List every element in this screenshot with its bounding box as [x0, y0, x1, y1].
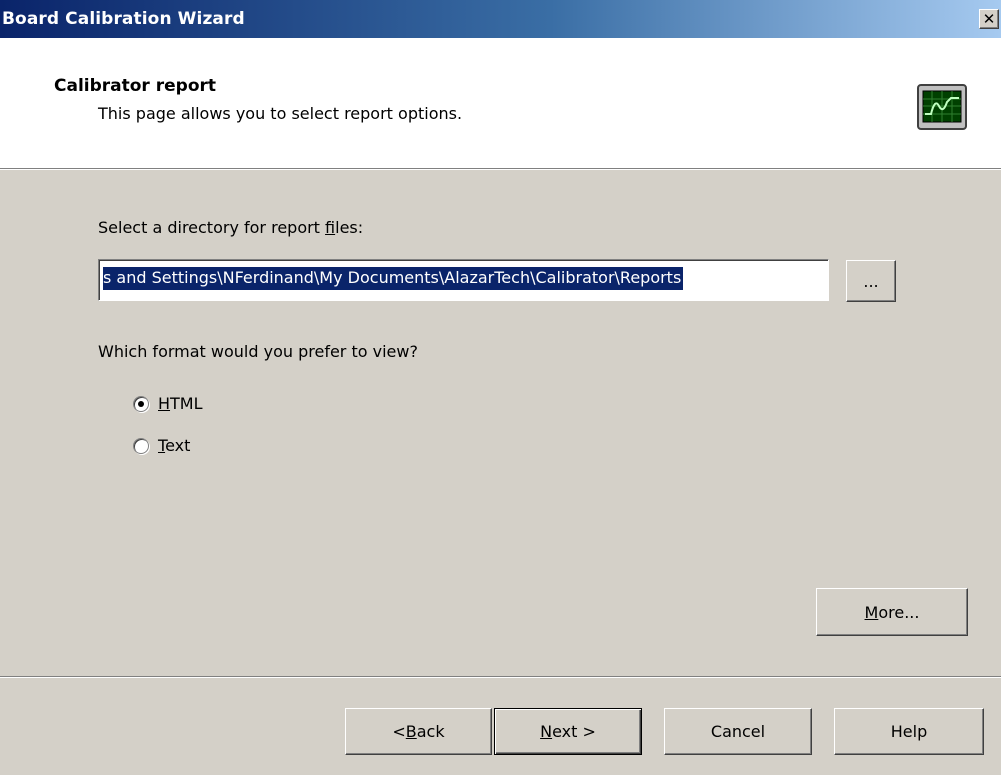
- title-bar[interactable]: Board Calibration Wizard ✕: [0, 0, 1001, 38]
- text-radio[interactable]: [133, 437, 149, 454]
- cancel-label: Cancel: [710, 722, 766, 741]
- help-label: Help: [890, 722, 928, 741]
- next-button[interactable]: Next >: [494, 708, 642, 755]
- back-button[interactable]: < Back: [345, 708, 492, 755]
- directory-label: Select a directory for report files:: [98, 218, 363, 237]
- next-accelerator: N: [540, 722, 553, 741]
- text-radio-label: Text: [158, 436, 190, 455]
- directory-label-text: Select a directory for report: [98, 218, 326, 237]
- browse-button-label: ...: [863, 271, 879, 291]
- more-button[interactable]: More...: [816, 588, 968, 636]
- format-option-text[interactable]: Text: [133, 436, 190, 455]
- oscilloscope-icon: [917, 84, 967, 130]
- back-accelerator: B: [405, 722, 417, 741]
- back-prefix: <: [392, 722, 406, 741]
- help-button[interactable]: Help: [834, 708, 984, 755]
- page-title: Calibrator report: [54, 76, 217, 96]
- text-label-rest: ext: [165, 436, 191, 455]
- window-title: Board Calibration Wizard: [2, 9, 245, 29]
- more-accelerator: M: [864, 602, 879, 622]
- close-button[interactable]: ✕: [979, 9, 999, 29]
- text-accelerator: T: [158, 436, 166, 455]
- format-question: Which format would you prefer to view?: [98, 342, 418, 361]
- back-label-rest: ack: [416, 722, 445, 741]
- html-radio[interactable]: [133, 395, 149, 412]
- more-label-rest: ore...: [878, 602, 920, 622]
- next-label-rest: ext >: [552, 722, 596, 741]
- cancel-button[interactable]: Cancel: [664, 708, 812, 755]
- format-option-html[interactable]: HTML: [133, 394, 203, 413]
- directory-label-accelerator: f: [325, 218, 336, 237]
- report-directory-input[interactable]: s and Settings\NFerdinand\My Documents\A…: [98, 259, 829, 301]
- page-subtitle: This page allows you to select report op…: [98, 104, 463, 123]
- directory-label-text-end: iles:: [335, 218, 364, 237]
- html-accelerator: H: [158, 394, 171, 413]
- html-label-rest: TML: [170, 394, 203, 413]
- wizard-header: Calibrator report This page allows you t…: [0, 38, 1001, 170]
- close-icon: ✕: [982, 9, 996, 28]
- browse-button[interactable]: ...: [846, 260, 896, 302]
- report-directory-value: s and Settings\NFerdinand\My Documents\A…: [103, 267, 684, 290]
- html-radio-label: HTML: [158, 394, 203, 413]
- footer-separator: [0, 676, 1001, 678]
